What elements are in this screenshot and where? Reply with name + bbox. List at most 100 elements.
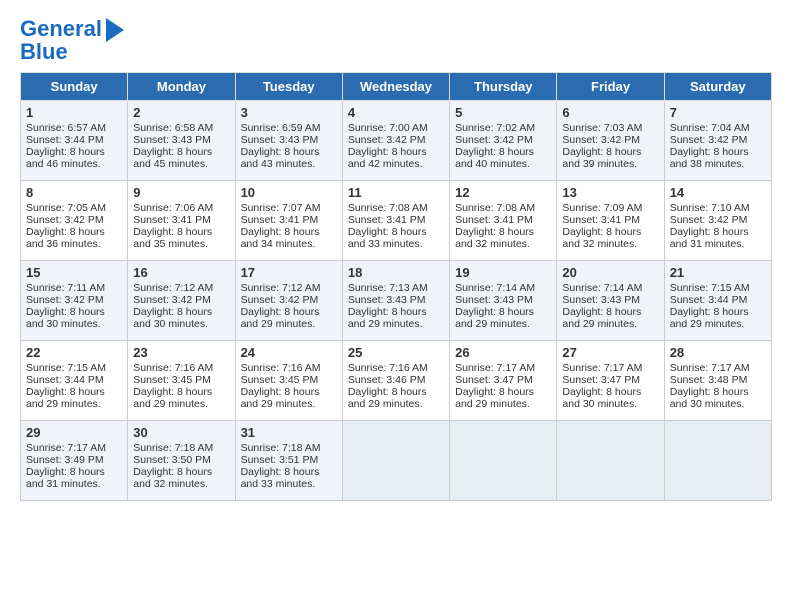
sunset: Sunset: 3:42 PM: [133, 294, 211, 306]
sunrise: Sunrise: 6:59 AM: [241, 122, 321, 134]
day-number: 27: [562, 345, 658, 360]
sunrise: Sunrise: 7:15 AM: [26, 362, 106, 374]
calendar-cell: 3Sunrise: 6:59 AMSunset: 3:43 PMDaylight…: [235, 101, 342, 181]
calendar-cell: 18Sunrise: 7:13 AMSunset: 3:43 PMDayligh…: [342, 261, 449, 341]
sunrise: Sunrise: 7:15 AM: [670, 282, 750, 294]
sunset: Sunset: 3:51 PM: [241, 454, 319, 466]
day-number: 9: [133, 185, 229, 200]
daylight: Daylight: 8 hours and 38 minutes.: [670, 146, 749, 170]
calendar-week-row-2: 8 Sunrise: 7:05 AMSunset: 3:42 PM Daylight…: [21, 181, 772, 261]
calendar-cell: 22Sunrise: 7:15 AMSunset: 3:44 PMDayligh…: [21, 341, 128, 421]
calendar-cell: 10Sunrise: 7:07 AMSunset: 3:41 PMDayligh…: [235, 181, 342, 261]
day-number: 2: [133, 105, 229, 120]
sunrise: Sunrise: 7:12 AM: [241, 282, 321, 294]
calendar-header-saturday: Saturday: [664, 73, 771, 101]
calendar-header-friday: Friday: [557, 73, 664, 101]
sunset: Sunset: 3:41 PM: [562, 214, 640, 226]
sunrise: Sunrise: 6:58 AM: [133, 122, 213, 134]
calendar-cell: 5Sunrise: 7:02 AMSunset: 3:42 PMDaylight…: [450, 101, 557, 181]
day-number: 10: [241, 185, 337, 200]
sunset: Sunset: 3:49 PM: [26, 454, 104, 466]
sunset: Sunset: 3:43 PM: [348, 294, 426, 306]
daylight: Daylight: 8 hours and 32 minutes.: [133, 466, 212, 490]
calendar-cell: 29Sunrise: 7:17 AMSunset: 3:49 PMDayligh…: [21, 421, 128, 501]
day-number: 29: [26, 425, 122, 440]
day-number: 3: [241, 105, 337, 120]
sunrise: Sunrise: 7:12 AM: [133, 282, 213, 294]
daylight: Daylight: 8 hours and 29 minutes.: [455, 386, 534, 410]
calendar-cell: 28Sunrise: 7:17 AMSunset: 3:48 PMDayligh…: [664, 341, 771, 421]
daylight: Daylight: 8 hours and 35 minutes.: [133, 226, 212, 250]
sunset: Sunset: 3:47 PM: [455, 374, 533, 386]
day-number: 5: [455, 105, 551, 120]
day-number: 19: [455, 265, 551, 280]
daylight: Daylight: 8 hours and 29 minutes.: [241, 306, 320, 330]
sunrise: Sunrise: 7:07 AM: [241, 202, 321, 214]
day-number: 26: [455, 345, 551, 360]
sunset: Sunset: 3:42 PM: [455, 134, 533, 146]
calendar-cell: 27Sunrise: 7:17 AMSunset: 3:47 PMDayligh…: [557, 341, 664, 421]
day-number: 21: [670, 265, 766, 280]
calendar-cell: 15Sunrise: 7:11 AMSunset: 3:42 PMDayligh…: [21, 261, 128, 341]
sunrise: Sunrise: 7:00 AM: [348, 122, 428, 134]
daylight: Daylight: 8 hours and 40 minutes.: [455, 146, 534, 170]
calendar-cell: [450, 421, 557, 501]
day-number: 4: [348, 105, 444, 120]
sunrise: Sunrise: 7:14 AM: [455, 282, 535, 294]
calendar-cell: [557, 421, 664, 501]
calendar-header-row: SundayMondayTuesdayWednesdayThursdayFrid…: [21, 73, 772, 101]
daylight: Daylight: 8 hours and 29 minutes.: [348, 306, 427, 330]
calendar-cell: 7Sunrise: 7:04 AMSunset: 3:42 PMDaylight…: [664, 101, 771, 181]
sunset: Sunset: 3:44 PM: [670, 294, 748, 306]
sunrise: Sunrise: 7:13 AM: [348, 282, 428, 294]
sunrise: Sunrise: 7:18 AM: [133, 442, 213, 454]
sunrise: Sunrise: 7:16 AM: [241, 362, 321, 374]
calendar-cell: [342, 421, 449, 501]
calendar-cell: 1Sunrise: 6:57 AMSunset: 3:44 PMDaylight…: [21, 101, 128, 181]
sunrise: Sunrise: 7:17 AM: [455, 362, 535, 374]
sunset: Sunset: 3:44 PM: [26, 374, 104, 386]
daylight: Daylight: 8 hours and 31 minutes.: [670, 226, 749, 250]
day-number: 23: [133, 345, 229, 360]
day-number: 14: [670, 185, 766, 200]
sunset: Sunset: 3:43 PM: [241, 134, 319, 146]
day-number: 15: [26, 265, 122, 280]
day-number: 13: [562, 185, 658, 200]
daylight: Daylight: 8 hours and 45 minutes.: [133, 146, 212, 170]
daylight: Daylight: 8 hours and 30 minutes.: [133, 306, 212, 330]
day-number: 6: [562, 105, 658, 120]
sunset: Sunset: 3:41 PM: [133, 214, 211, 226]
daylight: Daylight: 8 hours and 29 minutes.: [562, 306, 641, 330]
sunrise: Sunrise: 7:09 AM: [562, 202, 642, 214]
day-number: 11: [348, 185, 444, 200]
calendar-cell: 4Sunrise: 7:00 AMSunset: 3:42 PMDaylight…: [342, 101, 449, 181]
sunrise: Sunrise: 7:05 AM: [26, 202, 106, 214]
daylight: Daylight: 8 hours and 33 minutes.: [241, 466, 320, 490]
calendar-cell: 12Sunrise: 7:08 AMSunset: 3:41 PMDayligh…: [450, 181, 557, 261]
daylight: Daylight: 8 hours and 30 minutes.: [670, 386, 749, 410]
logo-blue: Blue: [20, 40, 124, 64]
sunrise: Sunrise: 7:16 AM: [133, 362, 213, 374]
daylight: Daylight: 8 hours and 29 minutes.: [26, 386, 105, 410]
daylight: Daylight: 8 hours and 32 minutes.: [562, 226, 641, 250]
sunrise: Sunrise: 7:11 AM: [26, 282, 105, 294]
logo-general: General: [20, 16, 102, 41]
sunset: Sunset: 3:42 PM: [562, 134, 640, 146]
calendar-cell: 23Sunrise: 7:16 AMSunset: 3:45 PMDayligh…: [128, 341, 235, 421]
calendar-week-row-1: 1Sunrise: 6:57 AMSunset: 3:44 PMDaylight…: [21, 101, 772, 181]
calendar-cell: 6Sunrise: 7:03 AMSunset: 3:42 PMDaylight…: [557, 101, 664, 181]
sunset: Sunset: 3:42 PM: [26, 214, 104, 226]
daylight: Daylight: 8 hours and 42 minutes.: [348, 146, 427, 170]
calendar-cell: 8Sunrise: 7:05 AMSunset: 3:42 PMDaylight…: [21, 181, 128, 261]
logo-arrow-icon: [106, 18, 124, 42]
sunset: Sunset: 3:43 PM: [133, 134, 211, 146]
day-number: 28: [670, 345, 766, 360]
calendar-header-sunday: Sunday: [21, 73, 128, 101]
day-number: 8: [26, 185, 122, 200]
day-number: 17: [241, 265, 337, 280]
sunset: Sunset: 3:44 PM: [26, 134, 104, 146]
daylight: Daylight: 8 hours and 46 minutes.: [26, 146, 105, 170]
sunrise: Sunrise: 7:06 AM: [133, 202, 213, 214]
calendar-cell: 31Sunrise: 7:18 AMSunset: 3:51 PMDayligh…: [235, 421, 342, 501]
sunset: Sunset: 3:41 PM: [348, 214, 426, 226]
